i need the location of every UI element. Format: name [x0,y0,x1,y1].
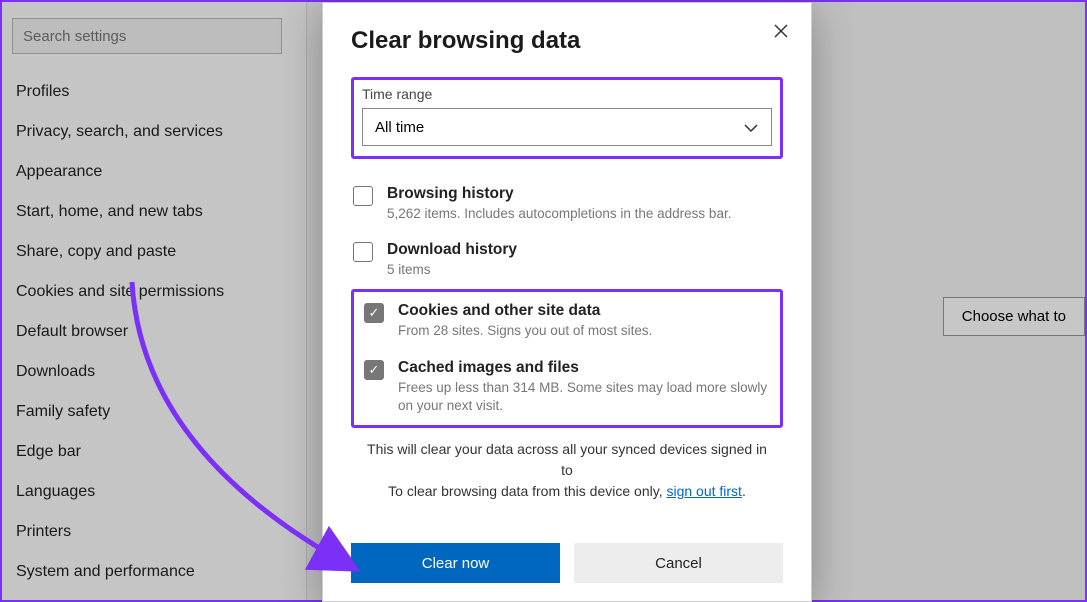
time-range-highlight: Time range All time [351,77,783,159]
checkbox-cookies[interactable]: ✓ [364,303,384,323]
option-cookies[interactable]: ✓ Cookies and other site data From 28 si… [362,298,772,350]
option-download-history[interactable]: Download history 5 items [351,233,783,289]
clear-options-list: Browsing history 5,262 items. Includes a… [351,177,783,437]
option-title: Cached images and files [398,359,770,377]
cancel-button[interactable]: Cancel [574,543,783,583]
clear-browsing-data-dialog: Clear browsing data Time range All time … [322,2,812,602]
checkbox-cached[interactable]: ✓ [364,360,384,380]
dialog-title: Clear browsing data [351,27,783,55]
option-browsing-history[interactable]: Browsing history 5,262 items. Includes a… [351,177,783,233]
chevron-down-icon [743,117,759,138]
time-range-label: Time range [362,86,772,102]
option-title: Download history [387,241,517,259]
option-sub: 5,262 items. Includes autocompletions in… [387,205,731,223]
option-sub: Frees up less than 314 MB. Some sites ma… [398,379,770,415]
time-range-value: All time [375,119,424,136]
sign-out-link[interactable]: sign out first [666,483,741,499]
time-range-dropdown[interactable]: All time [362,108,772,146]
clear-now-button[interactable]: Clear now [351,543,560,583]
option-sub: 5 items [387,261,517,279]
option-sub: From 28 sites. Signs you out of most sit… [398,322,652,340]
checkbox-browsing-history[interactable] [353,186,373,206]
sync-note: This will clear your data across all you… [351,437,783,514]
option-title: Browsing history [387,185,731,203]
checkbox-download-history[interactable] [353,242,373,262]
close-icon[interactable] [767,17,795,45]
option-title: Cookies and other site data [398,302,652,320]
option-cached[interactable]: ✓ Cached images and files Frees up less … [362,351,772,415]
checked-options-highlight: ✓ Cookies and other site data From 28 si… [351,289,783,428]
dialog-buttons: Clear now Cancel [323,543,811,583]
